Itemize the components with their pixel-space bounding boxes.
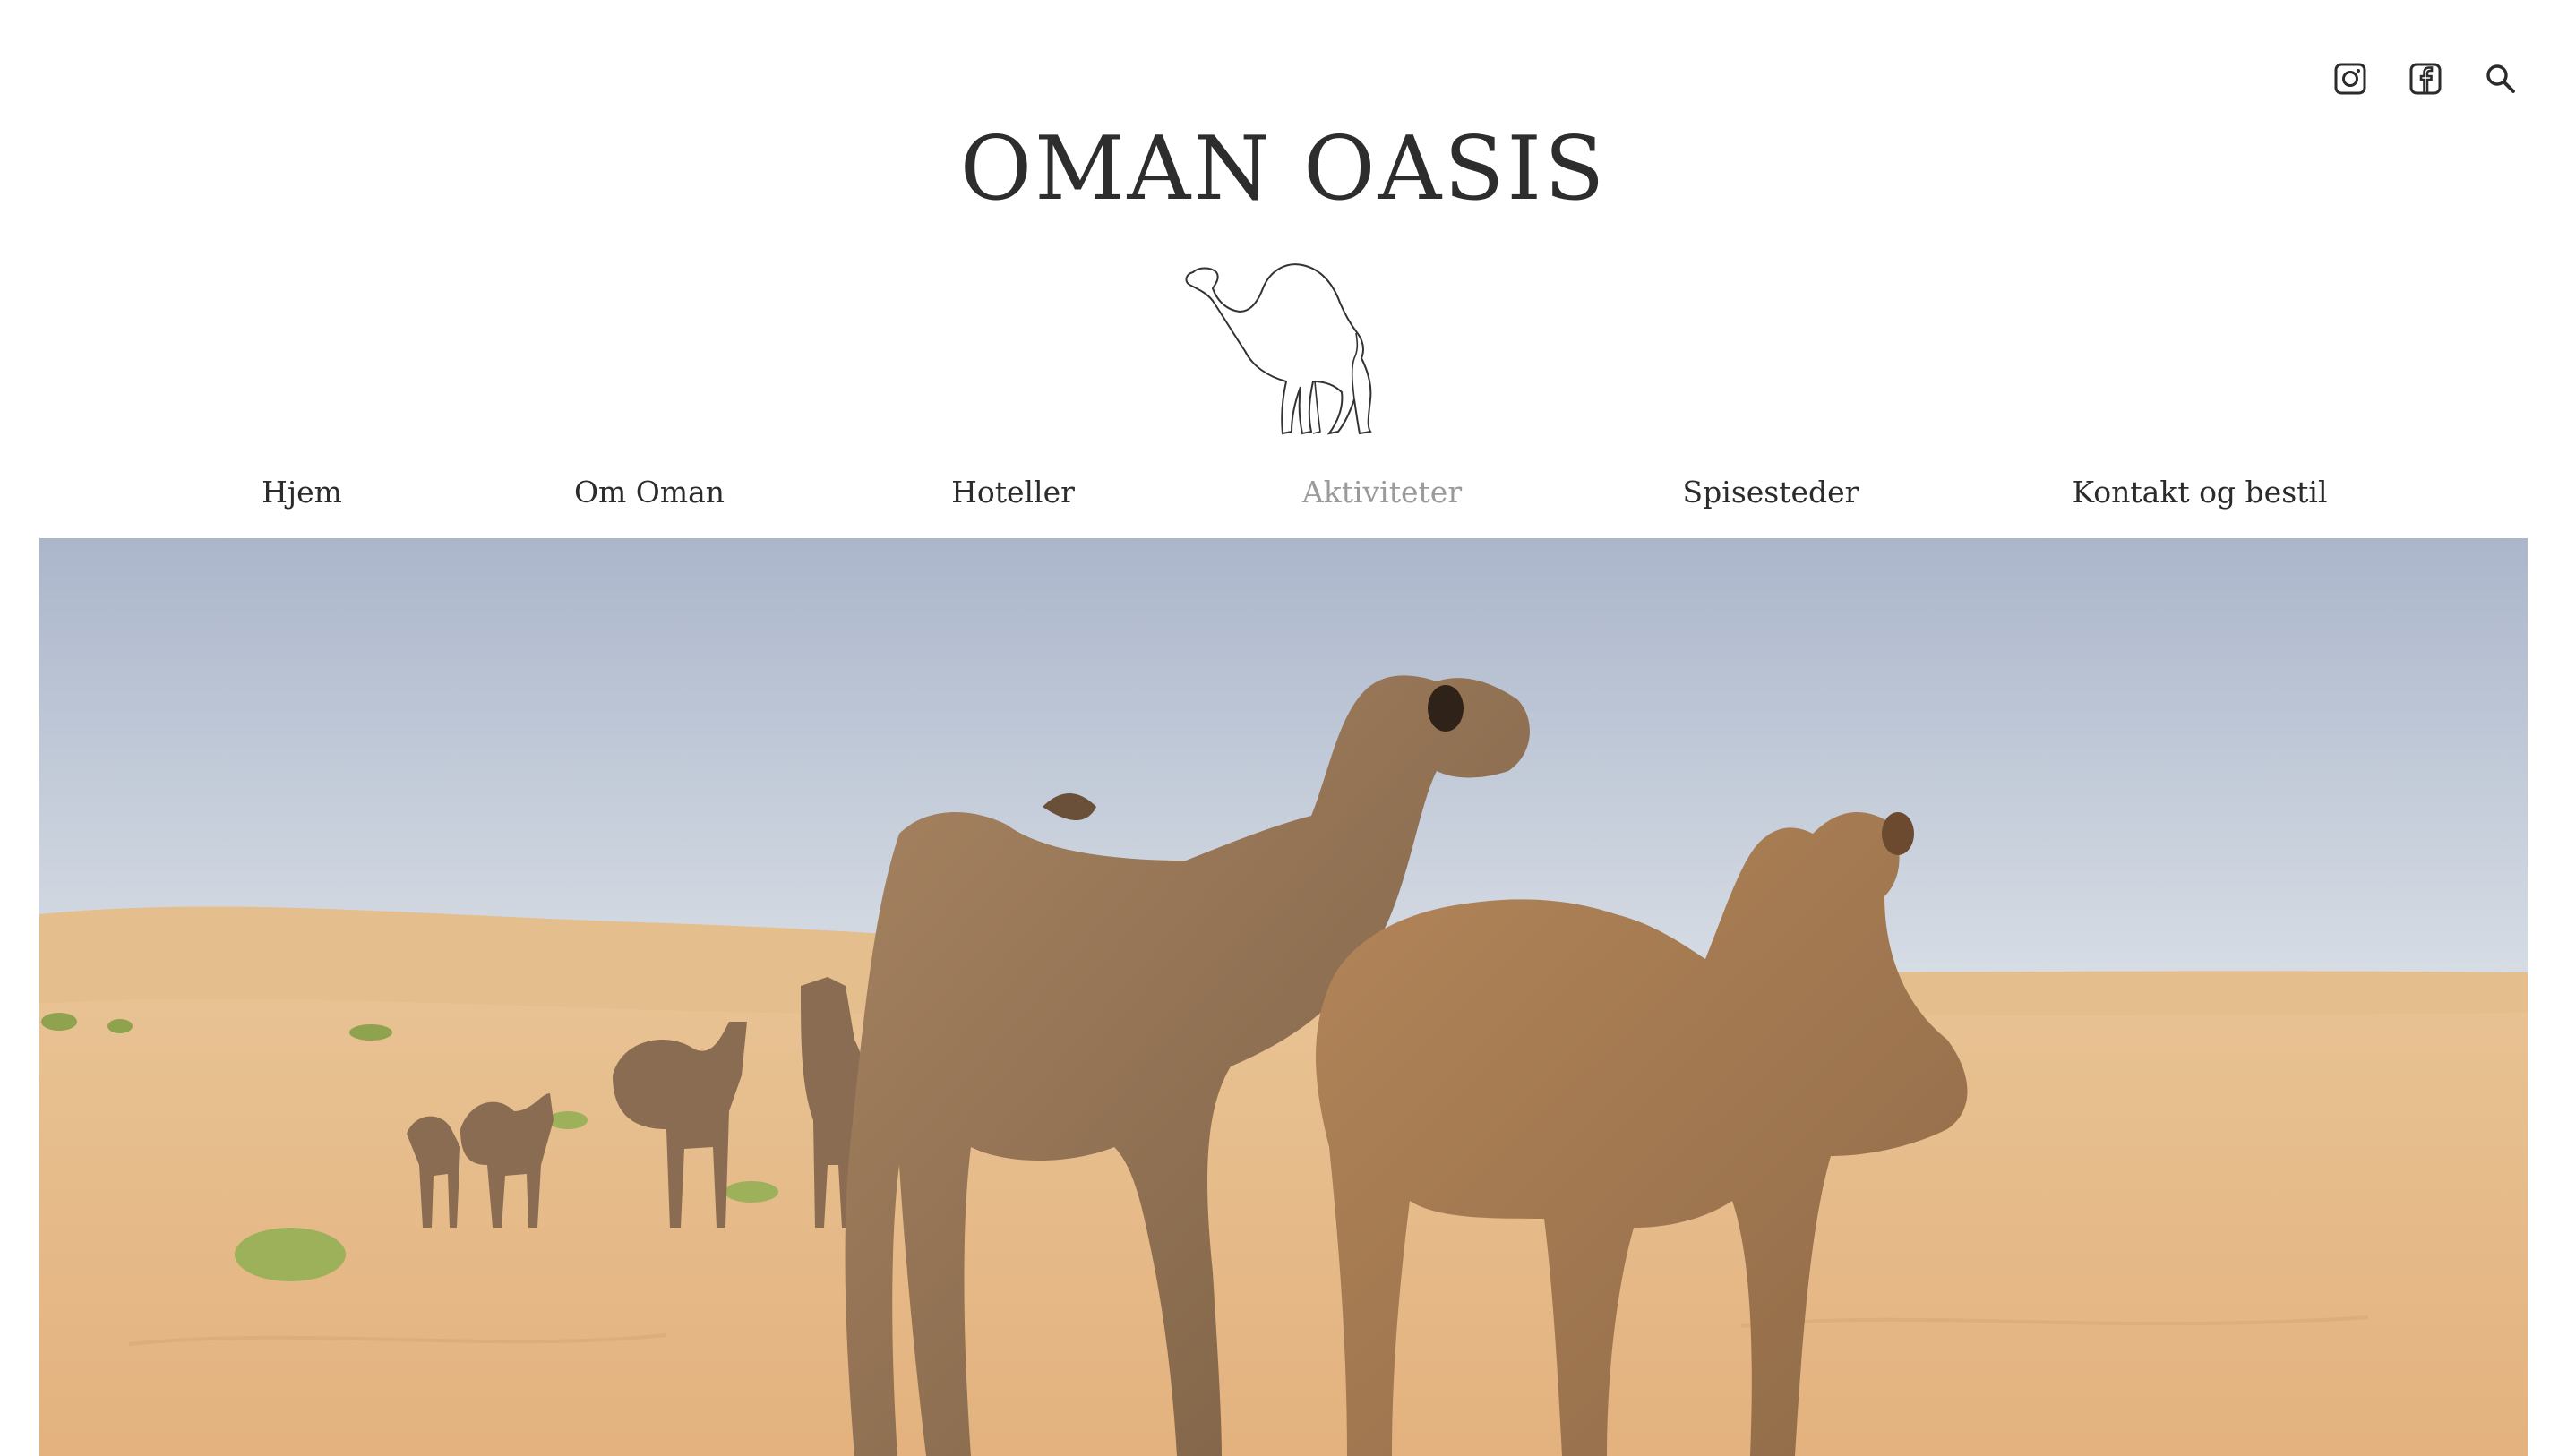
nav-item-om-oman[interactable]: Om Oman xyxy=(574,475,725,510)
nav-item-hoteller[interactable]: Hoteller xyxy=(951,475,1075,510)
page: OMAN OASIS Hjem Om Oman Hoteller Aktivit… xyxy=(0,0,2567,1456)
desert-camels-illustration xyxy=(39,538,2528,1456)
search-icon[interactable] xyxy=(2483,61,2519,97)
instagram-icon[interactable] xyxy=(2332,61,2368,97)
camel-icon[interactable] xyxy=(1180,258,1387,437)
social-icons xyxy=(2332,61,2519,97)
main-nav: Hjem Om Oman Hoteller Aktiviteter Spises… xyxy=(0,475,2567,528)
nav-item-hjem[interactable]: Hjem xyxy=(262,475,342,510)
nav-item-aktiviteter[interactable]: Aktiviteter xyxy=(1302,475,1462,510)
hero-image xyxy=(39,538,2528,1456)
nav-item-spisesteder[interactable]: Spisesteder xyxy=(1683,475,1859,510)
site-title[interactable]: OMAN OASIS xyxy=(0,125,2567,213)
facebook-icon[interactable] xyxy=(2408,61,2443,97)
nav-item-kontakt[interactable]: Kontakt og bestil xyxy=(2072,475,2327,510)
